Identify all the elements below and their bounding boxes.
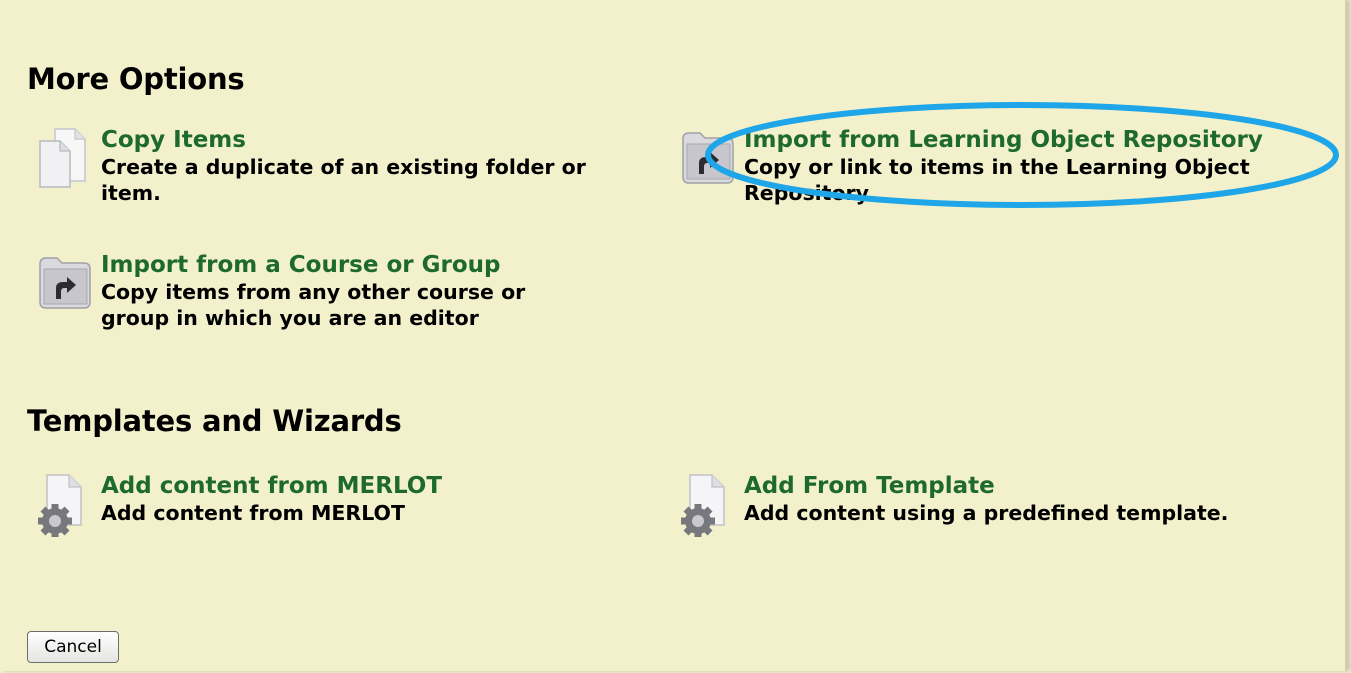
copy-items-link[interactable]: Copy Items — [101, 127, 601, 154]
import-course-link[interactable]: Import from a Course or Group — [101, 252, 571, 279]
gear-document-icon — [681, 474, 725, 537]
import-course-description: Copy items from any other course or grou… — [101, 280, 526, 330]
import-lor-description: Copy or link to items in the Learning Ob… — [744, 155, 1250, 205]
import-folder-icon — [39, 257, 91, 309]
templates-wizards-heading: Templates and Wizards — [27, 404, 402, 438]
merlot-description: Add content from MERLOT — [101, 501, 405, 525]
cancel-button[interactable]: Cancel — [27, 631, 119, 663]
copy-items-option[interactable]: Copy Items Create a duplicate of an exis… — [37, 127, 597, 217]
add-template-description: Add content using a predefined template. — [744, 501, 1229, 525]
add-template-option[interactable]: Add From Template Add content using a pr… — [680, 473, 1320, 543]
content-panel: More Options Copy Items Create a duplica… — [0, 0, 1347, 671]
merlot-link[interactable]: Add content from MERLOT — [101, 473, 581, 500]
add-template-link[interactable]: Add From Template — [744, 473, 1304, 500]
more-options-heading: More Options — [27, 62, 245, 96]
import-folder-icon — [682, 132, 734, 184]
copy-documents-icon — [39, 128, 86, 188]
copy-items-description: Create a duplicate of an existing folder… — [101, 155, 586, 205]
merlot-option[interactable]: Add content from MERLOT Add content from… — [37, 473, 597, 543]
gear-document-icon — [38, 474, 82, 537]
import-course-option[interactable]: Import from a Course or Group Copy items… — [37, 252, 597, 347]
import-lor-link[interactable]: Import from Learning Object Repository — [744, 127, 1264, 154]
import-lor-option[interactable]: Import from Learning Object Repository C… — [680, 127, 1320, 217]
